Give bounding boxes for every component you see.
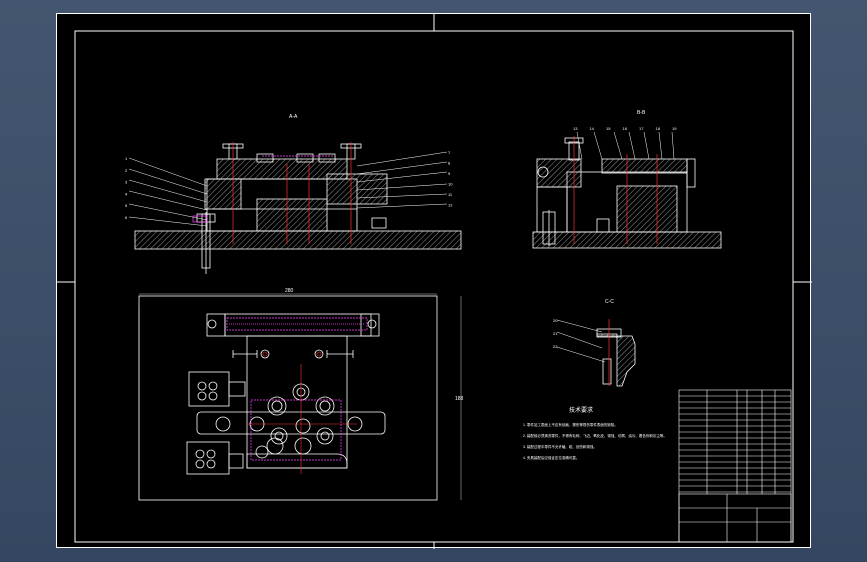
part-number-label: 6 bbox=[125, 215, 128, 220]
part-number-label: 21 bbox=[553, 331, 558, 336]
view-label-b: B-B bbox=[637, 110, 646, 116]
part-number-label: 4 bbox=[125, 191, 128, 196]
part-number-label: 10 bbox=[448, 182, 453, 187]
part-number-label: 1 bbox=[125, 156, 128, 161]
part-number-label: 17 bbox=[639, 126, 644, 131]
title-block bbox=[678, 389, 792, 543]
technical-requirements: 技术要求 1. 零件加工表面上不应有划痕、擦伤等损伤零件表面的缺陷。 2. 装配前… bbox=[523, 406, 667, 460]
view-label-a: A-A bbox=[289, 114, 298, 120]
tech-line: 1. 零件加工表面上不应有划痕、擦伤等损伤零件表面的缺陷。 bbox=[523, 422, 618, 427]
part-number-label: 16 bbox=[623, 126, 628, 131]
part-numbers-left: 1 2 3 4 5 6 bbox=[125, 156, 128, 220]
drawing-sheet: A-A 1 2 3 4 5 6 7 8 9 10 11 12 B-B 13 14… bbox=[56, 13, 812, 549]
part-number-label: 20 bbox=[553, 318, 558, 323]
part-numbers-b: 13 14 15 16 17 18 19 bbox=[573, 126, 677, 131]
section-c-view: C-C 20 21 22 bbox=[553, 299, 636, 387]
tech-line: 4. 夹具装配后应保证定位准确可靠。 bbox=[523, 455, 579, 460]
part-number-label: 14 bbox=[590, 126, 595, 131]
part-numbers-right: 7 8 9 10 11 12 bbox=[448, 150, 453, 208]
part-number-label: 13 bbox=[573, 126, 578, 131]
part-number-label: 18 bbox=[656, 126, 661, 131]
part-number-label: 5 bbox=[125, 203, 128, 208]
tech-title: 技术要求 bbox=[569, 406, 593, 414]
plan-width-dim: 280 bbox=[285, 288, 294, 294]
part-number-label: 12 bbox=[448, 203, 453, 208]
part-number-label: 3 bbox=[125, 180, 128, 185]
part-number-label: 22 bbox=[553, 344, 558, 349]
section-a-view: A-A 123456 789101112 bbox=[125, 114, 462, 274]
part-numbers-c: 20 21 22 bbox=[553, 318, 558, 349]
part-number-label: 15 bbox=[606, 126, 611, 131]
part-number-label: 8 bbox=[448, 161, 451, 166]
part-number-label: 11 bbox=[448, 192, 453, 197]
tech-line: 3. 装配过程中零件不允许磕、碰、划伤和锈蚀。 bbox=[523, 444, 597, 449]
tech-line: 2. 装配前必须清洗零件，不得有毛刺、飞边、氧化皮、锈蚀、切屑、油污、着色剂和灰… bbox=[523, 433, 667, 438]
section-b-view: B-B 13 14 15 16 17 18 19 bbox=[532, 110, 722, 249]
plan-height-dim: 188 bbox=[455, 396, 464, 402]
view-label-c: C-C bbox=[605, 299, 614, 305]
part-number-label: 9 bbox=[448, 171, 451, 176]
part-number-label: 19 bbox=[672, 126, 677, 131]
cad-drawing: A-A 123456 789101112 B-B 13 14 15 16 17 … bbox=[57, 14, 812, 549]
plan-view: 280 188 bbox=[138, 288, 464, 501]
drawing-frame bbox=[57, 14, 812, 549]
part-number-label: 7 bbox=[448, 150, 451, 155]
part-number-label: 2 bbox=[125, 168, 128, 173]
